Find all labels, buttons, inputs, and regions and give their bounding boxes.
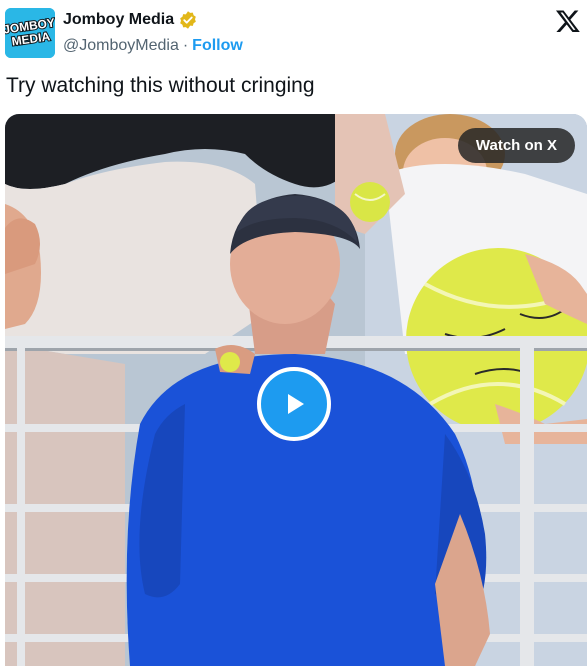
watch-on-x-button[interactable]: Watch on X bbox=[457, 128, 575, 163]
jomboy-logo-icon: JOMBOY MEDIA bbox=[5, 8, 55, 58]
play-button[interactable] bbox=[257, 367, 331, 441]
author-handle[interactable]: @JomboyMedia bbox=[63, 37, 179, 55]
author-display-name[interactable]: Jomboy Media bbox=[63, 11, 174, 29]
verified-badge-icon bbox=[178, 10, 198, 30]
x-logo-icon[interactable] bbox=[555, 8, 581, 34]
author-handle-row: @JomboyMedia · Follow bbox=[63, 37, 243, 55]
tweet-text: Try watching this without cringing bbox=[6, 74, 315, 97]
author-avatar[interactable]: JOMBOY MEDIA bbox=[5, 8, 55, 58]
follow-button[interactable]: Follow bbox=[192, 37, 243, 55]
separator-dot: · bbox=[182, 37, 189, 54]
video-player[interactable]: Watch on X bbox=[5, 114, 587, 666]
play-icon bbox=[288, 394, 304, 414]
tweet-header: JOMBOY MEDIA Jomboy Media @JomboyMedia ·… bbox=[0, 0, 587, 70]
author-name-row: Jomboy Media bbox=[63, 10, 198, 30]
